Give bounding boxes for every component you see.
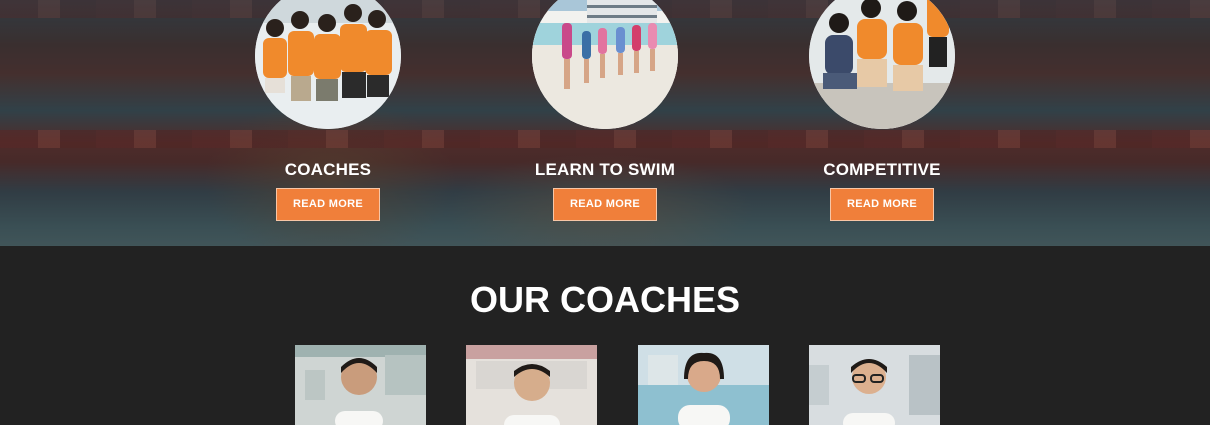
- swimmers-seated-image: [809, 0, 955, 129]
- competitive-photo[interactable]: [809, 0, 955, 129]
- coach-portrait[interactable]: [295, 345, 426, 425]
- our-coaches-section: OUR COACHES: [0, 246, 1210, 425]
- coaches-photo[interactable]: [255, 0, 401, 129]
- coach-portrait[interactable]: [809, 345, 940, 425]
- coach-portrait[interactable]: [466, 345, 597, 425]
- coach-photo-2: [466, 345, 597, 425]
- learn-to-swim-photo[interactable]: [532, 0, 678, 129]
- hero-banner: COACHES READ MORE LEARN TO SWIM READ MOR…: [0, 0, 1210, 246]
- read-more-button[interactable]: READ MORE: [830, 188, 934, 221]
- program-card-learn-to-swim: LEARN TO SWIM READ MORE: [485, 0, 725, 221]
- kids-poolside-image: [532, 0, 678, 129]
- section-title: OUR COACHES: [469, 279, 741, 320]
- read-more-button[interactable]: READ MORE: [553, 188, 657, 221]
- coaches-group-image: [255, 0, 401, 129]
- coach-photo-3: [638, 345, 769, 425]
- program-title: COACHES: [284, 160, 372, 179]
- program-card-competitive: COMPETITIVE READ MORE: [762, 0, 1002, 221]
- coach-photo-4: [809, 345, 940, 425]
- coach-photo-1: [295, 345, 426, 425]
- coach-portrait[interactable]: [638, 345, 769, 425]
- program-title: COMPETITIVE: [823, 160, 941, 179]
- program-card-coaches: COACHES READ MORE: [208, 0, 448, 221]
- read-more-button[interactable]: READ MORE: [276, 188, 380, 221]
- program-title: LEARN TO SWIM: [534, 160, 676, 179]
